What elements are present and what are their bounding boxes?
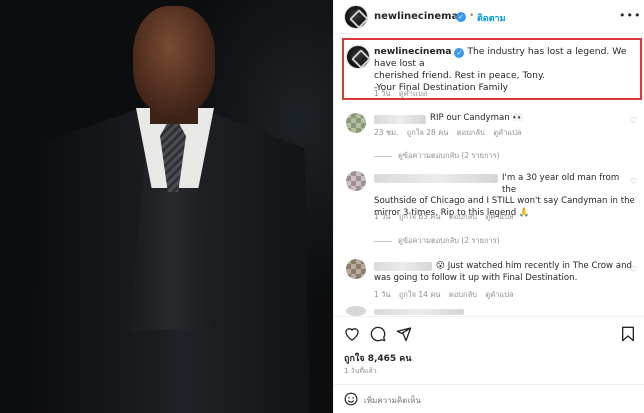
comment-time: 1 วัน bbox=[374, 212, 391, 221]
bookmark-icon[interactable] bbox=[621, 326, 635, 342]
caption-translate[interactable]: ดูคำแปล bbox=[399, 89, 427, 98]
emoji-icon[interactable] bbox=[344, 392, 358, 406]
caption-username[interactable]: newlinecinema bbox=[374, 46, 451, 57]
comment-reply[interactable]: ตอบกลับ bbox=[457, 128, 485, 137]
comment-text: 😮 Just watched him recently in The Crow … bbox=[374, 261, 636, 284]
comment-line: 😮 Just watched him recently in The Crow … bbox=[436, 261, 632, 271]
verified-icon: ✓ bbox=[456, 12, 466, 22]
post-photo[interactable] bbox=[0, 0, 333, 413]
share-icon[interactable] bbox=[396, 326, 412, 342]
posted-time: 1 วันที่แล้ว bbox=[344, 367, 377, 375]
comment-line: I'm a 30 year old man from the bbox=[502, 173, 620, 195]
view-replies[interactable]: ดูข้อความตอบกลับ (2 รายการ) bbox=[374, 150, 500, 162]
comment-likes[interactable]: ถูกใจ 28 คน bbox=[407, 128, 449, 137]
comment-meta: 1 วัน ถูกใจ 63 คน ตอบกลับ ดูคำแปล bbox=[374, 211, 520, 223]
comment-like-icon[interactable]: ♡ bbox=[630, 116, 637, 125]
action-bar bbox=[334, 316, 644, 356]
comment-line: was going to follow it up with Final Des… bbox=[374, 272, 578, 283]
verified-icon: ✓ bbox=[454, 48, 465, 58]
comment-avatar[interactable] bbox=[346, 171, 366, 191]
comment-time: 23 ชม. bbox=[374, 128, 399, 137]
heart-icon[interactable] bbox=[344, 326, 360, 341]
caption-meta: 1 วัน ดูคำแปล bbox=[374, 88, 433, 100]
comment-time: 1 วัน bbox=[374, 290, 391, 299]
comment-translate[interactable]: ดูคำแปล bbox=[485, 212, 513, 221]
comment-likes[interactable]: ถูกใจ 14 คน bbox=[399, 290, 441, 299]
comment-username-blurred bbox=[374, 309, 464, 315]
caption: newlinecinema ✓ The industry has lost a … bbox=[374, 46, 638, 94]
comment-meta: 1 วัน ถูกใจ 14 คน ตอบกลับ ดูคำแปล bbox=[374, 289, 520, 301]
comment-meta: 23 ชม. ถูกใจ 28 คน ตอบกลับ ดูคำแปล bbox=[374, 127, 527, 139]
comment-like-icon[interactable]: ♡ bbox=[630, 177, 637, 186]
comment-avatar[interactable] bbox=[346, 113, 366, 133]
post-panel: newlinecinema ✓ • ติดตาม ••• newlinecine… bbox=[333, 0, 644, 413]
comment-username-blurred[interactable] bbox=[374, 115, 426, 124]
comment-likes[interactable]: ถูกใจ 63 คน bbox=[399, 212, 441, 221]
comment-avatar[interactable] bbox=[346, 259, 366, 279]
comment-line: RIP our Candyman bbox=[430, 113, 510, 123]
more-options-icon[interactable]: ••• bbox=[619, 9, 641, 22]
caption-avatar[interactable] bbox=[346, 45, 370, 69]
caption-time: 1 วัน bbox=[374, 89, 391, 98]
comment-avatar[interactable] bbox=[346, 306, 366, 316]
post-header: newlinecinema ✓ • ติดตาม ••• bbox=[334, 0, 644, 34]
comment-line: Southside of Chicago and I STILL won't s… bbox=[374, 196, 635, 206]
header-separator: • bbox=[469, 11, 475, 21]
follow-button[interactable]: ติดตาม bbox=[477, 11, 506, 25]
profile-avatar[interactable] bbox=[344, 5, 368, 29]
view-replies[interactable]: ดูข้อความตอบกลับ (2 รายการ) bbox=[374, 235, 500, 247]
comment-translate[interactable]: ดูคำแปล bbox=[485, 290, 513, 299]
comment-reply[interactable]: ตอบกลับ bbox=[449, 212, 477, 221]
likes-count[interactable]: ถูกใจ 8,465 คน bbox=[344, 351, 411, 365]
comment-like-icon[interactable]: ♡ bbox=[630, 265, 637, 274]
comment-reply[interactable]: ตอบกลับ bbox=[449, 290, 477, 299]
photo-head bbox=[133, 6, 215, 114]
caption-line-2: cherished friend. Rest in peace, Tony. bbox=[374, 70, 546, 81]
comment-icon[interactable] bbox=[370, 326, 386, 342]
comment-translate[interactable]: ดูคำแปล bbox=[493, 128, 521, 137]
add-comment-bar bbox=[334, 384, 644, 413]
comment-input[interactable] bbox=[364, 393, 614, 407]
comment-text: RIP our Candyman 👀 bbox=[430, 113, 523, 125]
comment-emoji: 👀 bbox=[512, 113, 524, 123]
header-username[interactable]: newlinecinema bbox=[374, 11, 458, 22]
